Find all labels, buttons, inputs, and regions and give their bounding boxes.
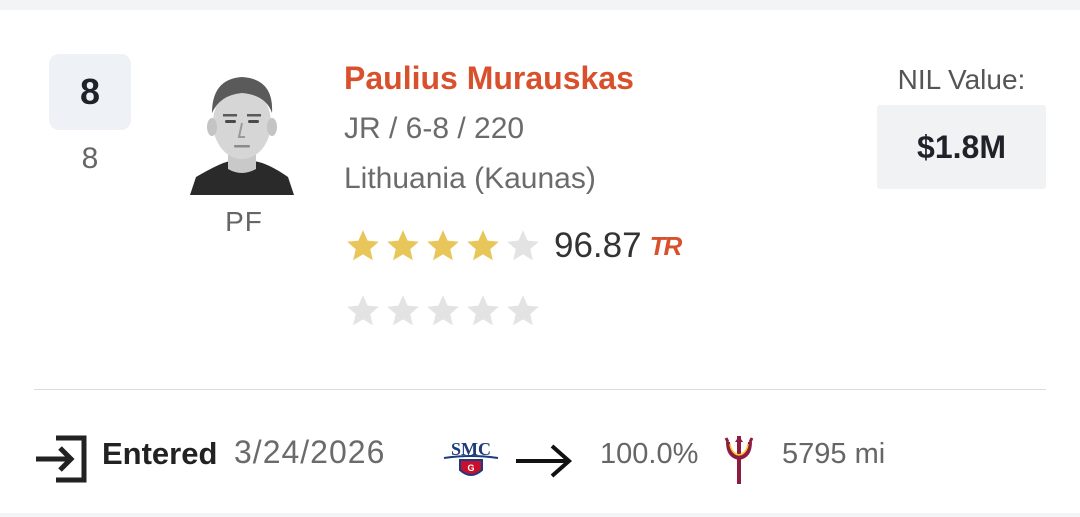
star-icon <box>427 230 459 261</box>
star-icon <box>347 230 379 261</box>
player-card[interactable]: 8 8 PF Paulius Murauskas JR / 6-8 / 220 … <box>0 10 1080 513</box>
divider <box>34 389 1046 390</box>
star-icon <box>387 230 419 261</box>
player-name[interactable]: Paulius Murauskas <box>344 60 634 97</box>
nil-value: $1.8M <box>917 128 1006 165</box>
player-position: PF <box>225 206 263 237</box>
primary-rating-row: 96.87 TR <box>344 226 683 266</box>
destination-school-logo[interactable] <box>724 434 754 486</box>
star-icon <box>467 295 499 326</box>
star-icon <box>347 295 379 326</box>
player-hometown: Lithuania (Kaunas) <box>344 162 596 195</box>
star-rating <box>344 227 544 265</box>
star-icon <box>507 295 539 326</box>
player-class-height-weight: JR / 6-8 / 220 <box>344 112 525 145</box>
rank-badge: 8 <box>49 54 131 130</box>
nil-value-box: $1.8M <box>877 105 1046 189</box>
star-icon <box>387 295 419 326</box>
nil-label: NIL Value: <box>897 64 1026 95</box>
transfer-distance: 5795 mi <box>782 438 886 470</box>
star-icon <box>507 230 539 261</box>
star-icon <box>467 230 499 261</box>
position-rank: 8 <box>81 142 99 175</box>
transfer-percent: 100.0% <box>600 438 699 470</box>
rating-score: 96.87 <box>554 226 642 265</box>
star-icon <box>427 295 459 326</box>
player-avatar[interactable] <box>190 65 294 195</box>
from-school-logo[interactable]: SMC G <box>440 438 502 482</box>
enter-icon <box>34 434 90 484</box>
rank-value: 8 <box>79 71 101 112</box>
svg-text:G: G <box>467 463 474 473</box>
transfer-date: 3/24/2026 <box>234 434 386 470</box>
transfer-status: Entered <box>102 436 218 471</box>
secondary-star-rating <box>344 292 544 330</box>
tr-logo: TR <box>649 230 683 261</box>
arrow-right-icon <box>514 442 574 480</box>
page-background: 8 8 PF Paulius Murauskas JR / 6-8 / 220 … <box>0 0 1080 517</box>
